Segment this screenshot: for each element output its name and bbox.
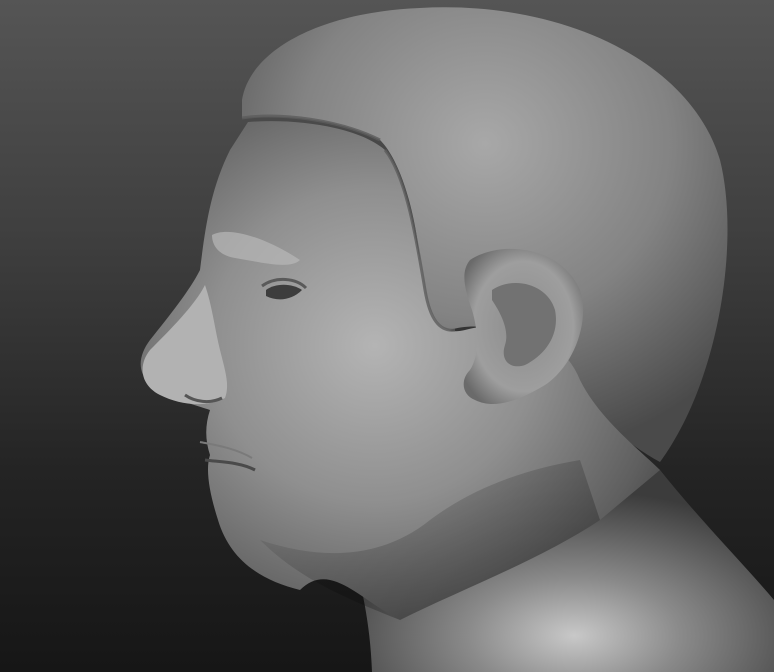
- sculpt-viewport: [0, 0, 774, 672]
- head-sculpt-render: [140, 7, 774, 672]
